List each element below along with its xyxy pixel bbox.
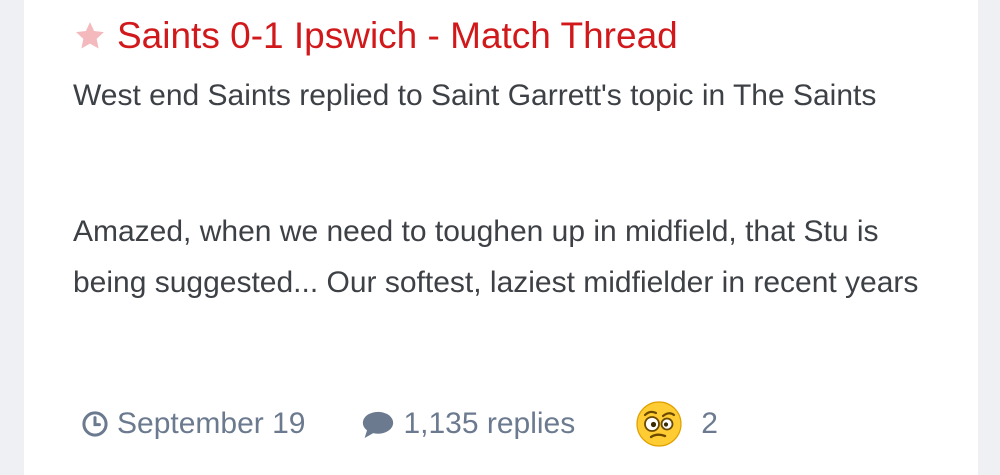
comment-icon — [363, 411, 394, 438]
replies-item: 1,135 replies — [361, 407, 635, 441]
reaction-count: 2 — [701, 407, 718, 440]
post-snippet: Amazed, when we need to toughen up in mi… — [73, 215, 919, 299]
post-date[interactable]: September 19 — [117, 407, 305, 441]
date-item: September 19 — [81, 407, 361, 441]
meta-row: September 19 1,135 replies 2 — [81, 398, 718, 450]
activity-description: West end Saints replied to Saint Garrett… — [73, 79, 877, 112]
clock-icon — [82, 411, 108, 437]
reply-count: 1,135 replies — [403, 407, 576, 440]
reaction-item[interactable]: 2 — [635, 400, 718, 448]
title-row: Saints 0-1 Ipswich - Match Thread — [73, 14, 678, 58]
star-icon — [76, 22, 104, 49]
confused-emoji-icon[interactable] — [635, 400, 683, 448]
topic-title-link[interactable]: Saints 0-1 Ipswich - Match Thread — [117, 14, 678, 58]
activity-card: Saints 0-1 Ipswich - Match Thread West e… — [24, 0, 978, 475]
